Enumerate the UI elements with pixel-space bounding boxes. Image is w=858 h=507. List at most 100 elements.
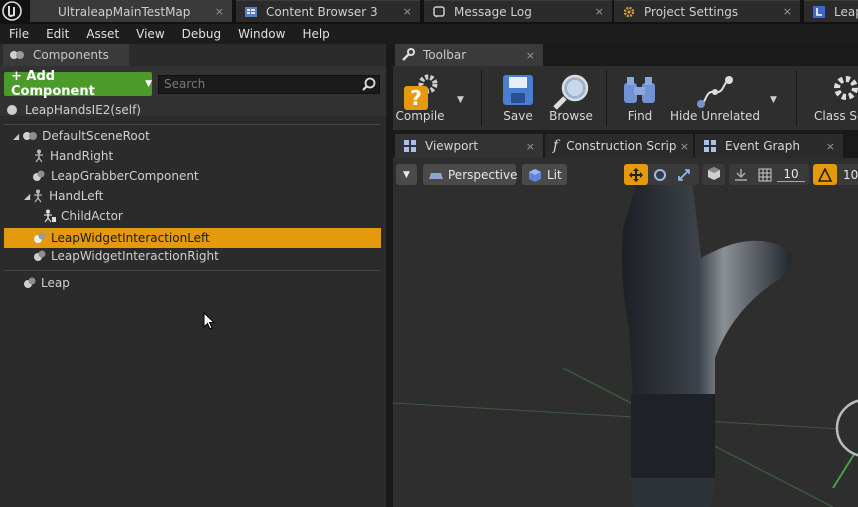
- find-button[interactable]: Find: [618, 66, 662, 128]
- components-panel: Components + Add Component ▼ Search Leap…: [0, 44, 386, 507]
- tab-content-browser[interactable]: Content Browser 3 ×: [236, 0, 420, 22]
- menu-edit[interactable]: Edit: [37, 27, 77, 41]
- save-label: Save: [503, 109, 533, 123]
- perspective-icon: [429, 170, 443, 180]
- unreal-logo-icon[interactable]: [2, 1, 22, 21]
- tab-components[interactable]: Components: [3, 44, 129, 66]
- menu-help[interactable]: Help: [293, 27, 337, 41]
- tab-viewport[interactable]: Viewport ×: [395, 134, 543, 158]
- grid-snap-icon[interactable]: [753, 168, 777, 182]
- hide-unrelated-button[interactable]: Hide Unrelated: [670, 66, 760, 128]
- class-settings-button[interactable]: Class Se: [808, 66, 858, 128]
- lit-icon: [528, 168, 542, 182]
- tree-item-default-scene-root[interactable]: ◢ DefaultSceneRoot: [0, 127, 386, 145]
- toolbar-separator: [796, 70, 797, 126]
- menu-view[interactable]: View: [127, 27, 172, 41]
- close-icon[interactable]: ×: [680, 140, 689, 153]
- blueprint-icon: [812, 5, 826, 19]
- close-icon[interactable]: ×: [826, 140, 835, 153]
- tree-item-self[interactable]: LeapHandsIE2(self): [0, 101, 386, 119]
- scale-tool-icon[interactable]: [672, 168, 696, 182]
- menu-file[interactable]: File: [0, 27, 37, 41]
- toolbar-separator: [481, 70, 482, 126]
- event-graph-icon: [703, 139, 717, 153]
- tab-label: Project Settings: [644, 4, 739, 19]
- tab-leap[interactable]: Leap: [804, 0, 858, 22]
- browse-button[interactable]: Browse: [546, 66, 596, 128]
- surface-snap-icon[interactable]: [729, 168, 753, 182]
- mouse-cursor-icon: [203, 311, 216, 333]
- panel-splitter[interactable]: [386, 44, 393, 507]
- wrench-icon: [401, 48, 415, 62]
- toolbar-tab-label: Toolbar: [423, 48, 467, 62]
- tab-construction-script[interactable]: f Construction Scrip ×: [545, 134, 693, 158]
- add-component-button[interactable]: + Add Component ▼: [4, 69, 152, 99]
- tree-item-leap-widget-interaction-left[interactable]: LeapWidgetInteractionLeft: [4, 228, 381, 248]
- menu-window[interactable]: Window: [229, 27, 293, 41]
- actor-component-icon: [32, 169, 46, 183]
- perspective-label: Perspective: [448, 167, 518, 182]
- self-icon: [6, 104, 18, 116]
- expand-arrow-icon[interactable]: ◢: [13, 132, 19, 141]
- viewport-icon: [403, 139, 417, 153]
- widget-interaction-icon: [33, 249, 47, 263]
- compile-options-chevron-icon[interactable]: ▼: [457, 95, 464, 105]
- tree-item-child-actor[interactable]: ChildActor: [0, 207, 386, 225]
- find-label: Find: [627, 109, 653, 123]
- tab-label: Content Browser 3: [266, 4, 378, 19]
- search-input[interactable]: Search: [158, 75, 380, 94]
- tab-label: Construction Scrip: [566, 139, 677, 153]
- tab-project-settings[interactable]: Project Settings ×: [614, 0, 800, 22]
- save-button[interactable]: Save: [496, 66, 540, 128]
- tab-ultraleap-main-test-map[interactable]: UltraleapMainTestMap ×: [30, 0, 232, 22]
- lit-label: Lit: [547, 167, 562, 182]
- close-icon[interactable]: ×: [526, 49, 535, 62]
- binoculars-icon: [620, 73, 660, 112]
- search-icon[interactable]: [362, 77, 376, 94]
- scene-root-icon: [22, 129, 38, 143]
- grid-snap-value[interactable]: 10: [777, 167, 805, 182]
- tab-event-graph[interactable]: Event Graph ×: [695, 134, 843, 158]
- toolbar-separator: [606, 70, 607, 126]
- perspective-button[interactable]: Perspective: [423, 164, 518, 185]
- self-label: LeapHandsIE2(self): [25, 103, 141, 117]
- close-icon[interactable]: ×: [215, 5, 224, 18]
- tab-message-log[interactable]: Message Log ×: [424, 0, 612, 22]
- hide-unrelated-chevron-icon[interactable]: ▼: [770, 95, 777, 105]
- menu-debug[interactable]: Debug: [173, 27, 229, 41]
- leap-component-icon: [23, 276, 37, 290]
- world-local-toggle[interactable]: [702, 164, 725, 185]
- close-icon[interactable]: ×: [595, 5, 604, 18]
- lit-button[interactable]: Lit: [522, 164, 567, 185]
- tree-item-hand-left[interactable]: ◢ HandLeft: [0, 187, 386, 205]
- tree-item-leap-widget-interaction-right[interactable]: LeapWidgetInteractionRight: [0, 247, 386, 265]
- viewport-canvas[interactable]: ▼ Perspective Lit 10 10: [393, 158, 858, 507]
- angle-snap-icon[interactable]: [813, 164, 837, 185]
- tree-item-leap-grabber-component[interactable]: LeapGrabberComponent: [0, 167, 386, 185]
- close-icon[interactable]: ×: [403, 5, 412, 18]
- tree-label: LeapWidgetInteractionRight: [51, 249, 219, 263]
- viewport-options-button[interactable]: ▼: [396, 164, 417, 185]
- tree-label: LeapGrabberComponent: [51, 169, 199, 183]
- close-icon[interactable]: ×: [526, 140, 535, 153]
- tree-item-hand-right[interactable]: HandRight: [0, 147, 386, 165]
- skeletal-mesh-icon: [34, 149, 44, 163]
- translate-tool-icon[interactable]: [624, 164, 648, 185]
- close-icon[interactable]: ×: [783, 5, 792, 18]
- menu-bar: File Edit Asset View Debug Window Help: [0, 24, 858, 44]
- tree-item-leap[interactable]: Leap: [0, 274, 386, 292]
- browse-label: Browse: [549, 109, 593, 123]
- tab-label: Viewport: [425, 139, 479, 153]
- tab-label: Message Log: [454, 4, 532, 19]
- expand-arrow-icon[interactable]: ◢: [24, 192, 30, 201]
- angle-snap-value[interactable]: 10: [843, 168, 858, 182]
- compile-button[interactable]: ? Compile: [395, 66, 445, 128]
- function-icon: f: [553, 138, 559, 154]
- tab-label: UltraleapMainTestMap: [58, 4, 191, 19]
- child-actor-icon: [44, 209, 56, 223]
- menu-asset[interactable]: Asset: [77, 27, 127, 41]
- tab-toolbar[interactable]: Toolbar ×: [395, 44, 543, 66]
- tree-label: HandRight: [50, 149, 114, 163]
- rotate-tool-icon[interactable]: [648, 168, 672, 182]
- tree-label: LeapWidgetInteractionLeft: [51, 231, 210, 245]
